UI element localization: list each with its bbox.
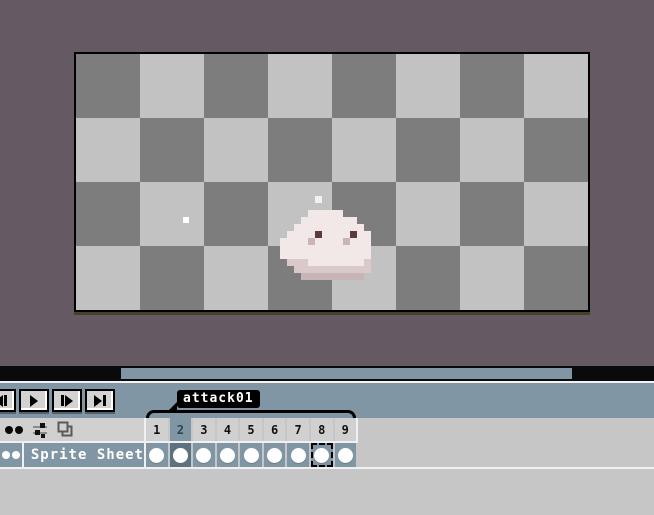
frame-header-row: 123456789 [0, 418, 654, 443]
cel-frame-4[interactable] [217, 443, 239, 467]
timeline-header-left [0, 418, 146, 443]
visibility-dots-icon[interactable] [5, 426, 23, 434]
tri-right-icon [65, 395, 73, 407]
cel-frame-6[interactable] [264, 443, 286, 467]
cel-content-dot [220, 448, 235, 463]
frame-header-4[interactable]: 4 [217, 418, 239, 441]
frame-header-8[interactable]: 8 [311, 418, 333, 441]
last-frame-button[interactable] [85, 389, 115, 412]
cel-frame-3[interactable] [193, 443, 215, 467]
cel-frame-9[interactable] [335, 443, 357, 467]
next-frame-button[interactable] [52, 389, 82, 412]
frame-header-2[interactable]: 2 [170, 418, 192, 441]
bar-icon [103, 395, 106, 406]
frame-header-5[interactable]: 5 [240, 418, 262, 441]
layer-header: Sprite Sheet [0, 443, 146, 467]
layer-name[interactable]: Sprite Sheet [24, 447, 144, 463]
tri-right-icon [30, 395, 38, 407]
cel-content-dot [291, 448, 306, 463]
timeline-empty-area [0, 469, 654, 515]
cel-content-dot [244, 448, 259, 463]
frame-header-9[interactable]: 9 [335, 418, 357, 441]
cel-content-dot [173, 448, 188, 463]
layer-eye-icon [2, 451, 10, 459]
cel-frame-1[interactable] [146, 443, 168, 467]
playback-controls [0, 389, 115, 412]
cel-frame-5[interactable] [240, 443, 262, 467]
layer-lock-icon [12, 451, 20, 459]
prev-frame-button[interactable] [0, 389, 16, 412]
frame-header-3[interactable]: 3 [193, 418, 215, 441]
canvas-shadow [74, 312, 590, 315]
frame-header-6[interactable]: 6 [264, 418, 286, 441]
cel-frame-8[interactable] [311, 443, 333, 467]
cel-content-dot [267, 448, 282, 463]
timeline-toolbar: attack01 [0, 383, 654, 418]
layer-visibility-lock-toggles[interactable] [0, 443, 24, 467]
play-button[interactable] [19, 389, 49, 412]
tri-left-icon [0, 395, 3, 407]
bar-icon [4, 395, 7, 406]
cel-content-dot [196, 448, 211, 463]
frame-number-cells: 123456789 [146, 418, 358, 443]
pixel-editor-window: attack01 123456789 Sprite Sheet [0, 0, 654, 515]
sliders-icon[interactable] [32, 422, 48, 438]
animation-tag-label[interactable]: attack01 [177, 390, 260, 408]
cel-content-dot [338, 448, 353, 463]
layer-row: Sprite Sheet [0, 443, 654, 469]
frame-header-1[interactable]: 1 [146, 418, 168, 441]
focused-cel-outline [311, 443, 333, 467]
cel-frame-2[interactable] [170, 443, 192, 467]
layer-cel-cells [146, 443, 356, 467]
bar-icon [61, 395, 64, 406]
sparkle [183, 217, 189, 223]
cel-frame-7[interactable] [287, 443, 309, 467]
frame-header-7[interactable]: 7 [287, 418, 309, 441]
overlap-frames-icon[interactable] [57, 421, 74, 438]
cel-content-dot [149, 448, 164, 463]
tri-right-icon [94, 395, 102, 407]
scrollbar-thumb[interactable] [121, 368, 572, 379]
timeline-horizontal-scrollbar[interactable] [0, 366, 654, 381]
